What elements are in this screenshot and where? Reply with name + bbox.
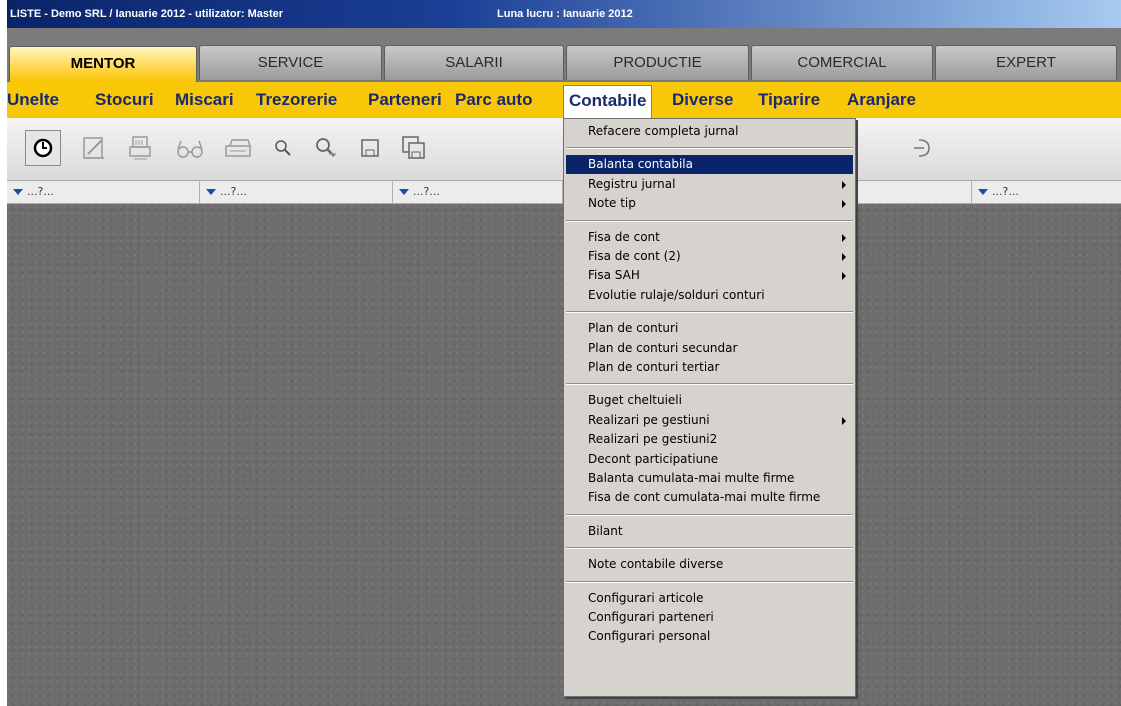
save-all-icon[interactable] <box>396 130 432 166</box>
menu-item-label: Registru jurnal <box>588 176 676 191</box>
menu-contabile[interactable]: Contabile <box>563 85 653 118</box>
clock-icon[interactable] <box>25 130 61 166</box>
menu-item-label: Fisa de cont <box>588 229 660 244</box>
filter-1[interactable]: ...?... <box>7 181 200 203</box>
menu-stocuri[interactable]: Stocuri <box>90 82 159 118</box>
menu-item-refacere-completa-jurnal[interactable]: Refacere completa jurnal <box>566 122 853 141</box>
tab-mentor[interactable]: MENTOR <box>9 46 197 82</box>
tab-salarii[interactable]: SALARII <box>384 45 564 80</box>
menu-item-label: Decont participatiune <box>588 451 719 466</box>
menu-item-fisa-sah[interactable]: Fisa SAH <box>566 266 853 285</box>
working-month: Luna lucru : Ianuarie 2012 <box>497 8 633 20</box>
title-bar[interactable]: LISTE - Demo SRL / Ianuarie 2012 - utili… <box>7 0 1121 28</box>
menu-miscari[interactable]: Miscari <box>170 82 239 118</box>
menu-separator <box>566 219 853 222</box>
submenu-arrow-icon <box>842 200 846 209</box>
menu-item-label: Plan de conturi tertiar <box>588 360 720 374</box>
menu-item-label: Evolutie rulaje/solduri conturi <box>588 287 765 302</box>
menu-separator <box>566 513 853 516</box>
menu-diverse[interactable]: Diverse <box>667 82 738 118</box>
menu-item-label: Balanta contabila <box>588 157 693 172</box>
print-form-icon[interactable] <box>123 130 159 166</box>
filter-3[interactable]: ...?... <box>393 181 563 203</box>
menu-separator <box>566 580 853 583</box>
contabile-dropdown-menu: Refacere completa jurnal Balanta contabil… <box>563 118 856 697</box>
filter-spacer <box>856 181 972 203</box>
menu-item-plan-de-conturi-secundar[interactable]: Plan de conturi secundar <box>566 339 853 358</box>
window-title: LISTE - Demo SRL / Ianuarie 2012 - utili… <box>10 8 284 20</box>
menu-parteneri[interactable]: Parteneri <box>363 82 447 118</box>
menu-item-note-contabile-diverse[interactable]: Note contabile diverse <box>566 555 853 574</box>
edit-document-icon[interactable] <box>76 130 112 166</box>
submenu-arrow-icon <box>842 233 846 242</box>
menu-item-label: Fisa de cont (2) <box>588 249 681 263</box>
menu-item-fisa-de-cont-cumulata-mai-multe-firme[interactable]: Fisa de cont cumulata-mai multe firme <box>566 488 853 507</box>
app-window: LISTE - Demo SRL / Ianuarie 2012 - utili… <box>7 0 1121 706</box>
exit-icon[interactable] <box>905 130 941 166</box>
search-advanced-icon[interactable] <box>308 130 344 166</box>
dropdown-arrow-icon <box>13 189 23 195</box>
menu-item-registru-jurnal[interactable]: Registru jurnal <box>566 175 853 194</box>
menu-tiparire[interactable]: Tiparire <box>753 82 825 118</box>
menu-item-buget-cheltuieli[interactable]: Buget cheltuieli <box>566 391 853 410</box>
tab-service[interactable]: SERVICE <box>199 45 382 80</box>
menu-item-realizari-pe-gestiuni[interactable]: Realizari pe gestiuni <box>566 411 853 430</box>
menu-item-label: Note contabile diverse <box>588 557 724 572</box>
menu-item-evolutie-rulaje-solduri-conturi[interactable]: Evolutie rulaje/solduri conturi <box>566 286 853 305</box>
menu-item-label: Plan de conturi <box>588 321 679 336</box>
menu-item-note-tip[interactable]: Note tip <box>566 194 853 213</box>
menu-separator <box>566 383 853 386</box>
menu-item-label: Bilant <box>588 523 623 538</box>
tab-productie[interactable]: PRODUCTIE <box>566 45 749 80</box>
dropdown-arrow-icon <box>399 189 409 195</box>
menu-unelte[interactable]: Unelte <box>2 82 64 118</box>
menu-parc-auto[interactable]: Parc auto <box>450 82 537 118</box>
menu-bar: Unelte Stocuri Miscari Trezorerie Parten… <box>7 82 1121 118</box>
filter-4[interactable]: ...?... <box>972 181 1121 203</box>
menu-item-label: Note tip <box>588 196 636 211</box>
menu-item-label: Realizari pe gestiuni2 <box>588 432 718 447</box>
menu-aranjare[interactable]: Aranjare <box>842 82 921 118</box>
submenu-arrow-icon <box>842 272 846 281</box>
tab-comercial[interactable]: COMERCIAL <box>751 45 933 80</box>
menu-item-realizari-pe-gestiuni2[interactable]: Realizari pe gestiuni2 <box>566 430 853 449</box>
glasses-icon[interactable] <box>172 130 208 166</box>
menu-item-label: Configurari parteneri <box>588 610 714 624</box>
menu-trezorerie[interactable]: Trezorerie <box>251 82 342 118</box>
submenu-arrow-icon <box>842 416 846 425</box>
menu-item-label: Buget cheltuieli <box>588 393 682 408</box>
printer-icon[interactable] <box>220 130 256 166</box>
menu-item-label: Fisa de cont cumulata-mai multe firme <box>588 490 821 505</box>
menu-item-balanta-cumulata-mai-multe-firme[interactable]: Balanta cumulata-mai multe firme <box>566 469 853 488</box>
menu-item-configurari-personal[interactable]: Configurari personal <box>566 627 853 646</box>
dropdown-arrow-icon <box>978 189 988 195</box>
submenu-arrow-icon <box>842 253 846 261</box>
menu-item-label: Configurari articole <box>588 590 704 605</box>
filter-2[interactable]: ...?... <box>200 181 393 203</box>
menu-item-label: Balanta cumulata-mai multe firme <box>588 471 795 485</box>
menu-separator <box>566 147 853 150</box>
menu-item-fisa-de-cont-2[interactable]: Fisa de cont (2) <box>566 247 853 266</box>
menu-item-plan-de-conturi[interactable]: Plan de conturi <box>566 319 853 338</box>
tab-expert[interactable]: EXPERT <box>935 45 1117 80</box>
menu-item-label: Fisa SAH <box>588 268 640 283</box>
menu-item-decont-participatiune[interactable]: Decont participatiune <box>566 450 853 469</box>
menu-item-balanta-contabila[interactable]: Balanta contabila <box>566 155 853 175</box>
menu-separator <box>566 547 853 550</box>
search-icon[interactable] <box>265 130 301 166</box>
menu-item-label: Plan de conturi secundar <box>588 340 738 355</box>
menu-item-label: Refacere completa jurnal <box>588 124 739 138</box>
save-icon[interactable] <box>352 130 388 166</box>
menu-item-label: Configurari personal <box>588 629 711 644</box>
menu-item-configurari-parteneri[interactable]: Configurari parteneri <box>566 608 853 627</box>
menu-separator <box>566 311 853 314</box>
submenu-arrow-icon <box>842 180 846 189</box>
menu-item-label: Realizari pe gestiuni <box>588 412 710 427</box>
menu-item-configurari-articole[interactable]: Configurari articole <box>566 589 853 608</box>
menu-item-bilant[interactable]: Bilant <box>566 522 853 541</box>
dropdown-arrow-icon <box>206 189 216 195</box>
module-tabs: MENTOR SERVICE SALARII PRODUCTIE COMERCI… <box>7 28 1121 82</box>
menu-item-plan-de-conturi-tertiar[interactable]: Plan de conturi tertiar <box>566 358 853 377</box>
menu-item-fisa-de-cont[interactable]: Fisa de cont <box>566 228 853 247</box>
